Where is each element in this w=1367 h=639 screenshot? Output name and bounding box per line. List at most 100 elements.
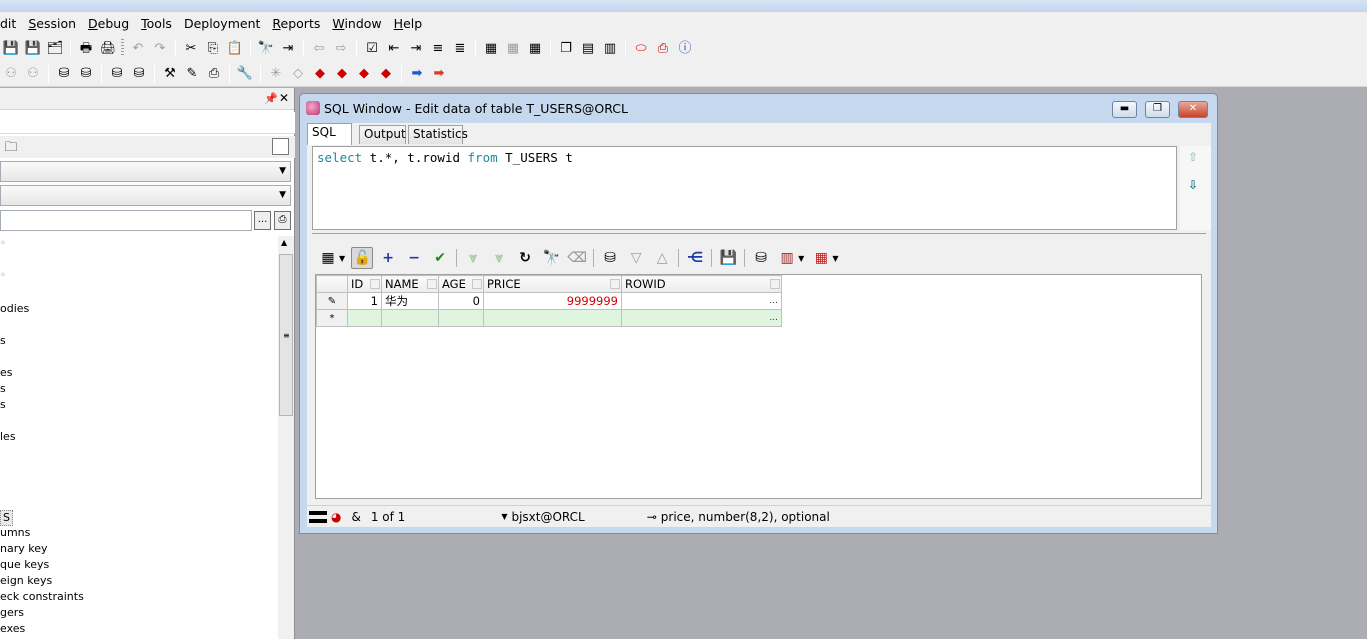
back-icon[interactable]: ⇦ xyxy=(309,38,329,58)
sql-window-icon[interactable]: ⛁ xyxy=(54,64,74,84)
tab-sql[interactable]: SQL xyxy=(307,123,352,145)
fetch-last-icon[interactable]: ⩔ xyxy=(488,247,510,269)
folder-icon[interactable]: 🗀 xyxy=(1,137,21,157)
chart-icon[interactable]: ▥ xyxy=(776,247,798,269)
chevron-down-icon[interactable]: ▼ xyxy=(339,254,345,263)
tree-item[interactable]: les xyxy=(0,430,16,444)
scroll-up-icon[interactable]: ▲ xyxy=(281,238,287,247)
cell-rowid[interactable]: ... xyxy=(621,292,782,310)
search-input[interactable] xyxy=(0,210,252,231)
copy-icon[interactable]: ⎘ xyxy=(203,38,223,58)
object-icon[interactable]: ▦ xyxy=(525,38,545,58)
arrow-down-icon[interactable]: ⇩ xyxy=(1188,178,1198,192)
new-cell-rowid[interactable]: ... xyxy=(621,309,782,327)
sql-editor[interactable]: select t.*, t.rowid from T_USERS t xyxy=(312,146,1177,230)
tree-item-columns[interactable]: umns xyxy=(0,526,30,540)
sort-desc-icon[interactable]: ▽ xyxy=(625,247,647,269)
cell-name[interactable]: 华为 xyxy=(381,292,439,310)
save-as-icon[interactable]: 💾 xyxy=(23,38,43,58)
logon-icon[interactable]: ⚇ xyxy=(1,64,21,84)
menu-window[interactable]: Window xyxy=(326,12,387,35)
post-changes-icon[interactable]: ✔ xyxy=(429,247,451,269)
debug-into-icon[interactable]: ◆ xyxy=(376,64,396,84)
undo-icon[interactable]: ↶ xyxy=(128,38,148,58)
new-cell-price[interactable] xyxy=(483,309,622,327)
cascade-icon[interactable]: ▥ xyxy=(600,38,620,58)
redo-icon[interactable]: ↷ xyxy=(150,38,170,58)
tree-item-foreign-keys[interactable]: eign keys xyxy=(0,574,52,588)
column-header-age[interactable]: AGE xyxy=(438,275,484,293)
query-by-example-icon[interactable]: ⛁ xyxy=(599,247,621,269)
single-record-view-icon[interactable]: ⋲ xyxy=(684,247,706,269)
window-list-icon[interactable]: ❐ xyxy=(556,38,576,58)
column-header-price[interactable]: PRICE xyxy=(483,275,622,293)
tree-scrollbar[interactable]: ▲ ≡ xyxy=(278,236,294,639)
tab-output[interactable]: Output xyxy=(359,125,406,144)
column-button[interactable] xyxy=(770,279,780,289)
pdf-icon[interactable]: ⎙ xyxy=(653,38,673,58)
column-button[interactable] xyxy=(370,279,380,289)
tree-item[interactable]: es xyxy=(0,366,13,380)
menu-reports[interactable]: Reports xyxy=(266,12,326,35)
arrow-up-icon[interactable]: ⇧ xyxy=(1188,150,1198,164)
info-icon[interactable]: ⓘ xyxy=(675,38,695,58)
browse-button[interactable]: ... xyxy=(254,211,271,230)
menu-help[interactable]: Help xyxy=(388,12,429,35)
clear-icon[interactable]: ⌫ xyxy=(566,247,588,269)
menu-tools[interactable]: Tools xyxy=(135,12,178,35)
cut-icon[interactable]: ✂ xyxy=(181,38,201,58)
delete-record-icon[interactable]: − xyxy=(403,247,425,269)
test-icon[interactable]: ✎ xyxy=(182,64,202,84)
tree-item-indexes[interactable]: exes xyxy=(0,622,25,636)
wrench-icon[interactable]: 🔧 xyxy=(235,64,255,84)
find-object-icon[interactable]: ⎙ xyxy=(274,211,291,230)
minimize-button[interactable]: ▬ xyxy=(1112,101,1137,118)
debug-step-icon[interactable]: ◆ xyxy=(332,64,352,84)
new-cell-id[interactable] xyxy=(347,309,382,327)
report-icon[interactable]: ⎙ xyxy=(204,64,224,84)
arrow-right-red-icon[interactable]: ➡ xyxy=(429,64,449,84)
menu-deployment[interactable]: Deployment xyxy=(178,12,266,35)
chevron-down-icon[interactable]: ▼ xyxy=(832,254,838,263)
indent-icon[interactable]: ⇤ xyxy=(384,38,404,58)
arrow-right-blue-icon[interactable]: ➡ xyxy=(407,64,427,84)
find-icon[interactable]: 🔭 xyxy=(256,38,276,58)
logoff-icon[interactable]: ⚇ xyxy=(23,64,43,84)
connection-label[interactable]: bjsxt@ORCL xyxy=(511,510,584,524)
compile-icon[interactable]: ⚒ xyxy=(160,64,180,84)
menu-session[interactable]: Session xyxy=(22,12,82,35)
close-button[interactable]: ✕ xyxy=(1178,101,1208,118)
tile-icon[interactable]: ▤ xyxy=(578,38,598,58)
forward-icon[interactable]: ⇨ xyxy=(331,38,351,58)
scroll-thumb[interactable]: ≡ xyxy=(279,254,293,416)
tree-item-check-constraints[interactable]: eck constraints xyxy=(0,590,84,604)
debug-run-icon[interactable]: ◆ xyxy=(310,64,330,84)
checkbox[interactable] xyxy=(272,138,289,155)
close-icon[interactable]: ✕ xyxy=(279,91,289,105)
cell-ellipsis-button[interactable]: ... xyxy=(769,313,778,323)
new-cell-name[interactable] xyxy=(381,309,439,327)
find-icon[interactable]: 🔭 xyxy=(540,247,562,269)
grid-view-icon[interactable]: ▦ xyxy=(317,247,339,269)
insert-record-icon[interactable]: + xyxy=(377,247,399,269)
tree-item[interactable]: s xyxy=(0,382,6,396)
tree-item-primary-key[interactable]: nary key xyxy=(0,542,48,556)
lock-icon[interactable]: 🔓 xyxy=(351,247,374,269)
column-button[interactable] xyxy=(610,279,620,289)
tree-item[interactable]: s xyxy=(0,334,6,348)
column-button[interactable] xyxy=(472,279,482,289)
tree-item[interactable]: s xyxy=(0,398,6,412)
print-icon[interactable]: 🖶 xyxy=(76,38,96,58)
column-header-id[interactable]: ID xyxy=(347,275,382,293)
explain-icon[interactable]: ▦ xyxy=(503,38,523,58)
unindent-icon[interactable]: ⇥ xyxy=(406,38,426,58)
menu-debug[interactable]: Debug xyxy=(82,12,135,35)
save-icon[interactable]: 💾 xyxy=(1,38,21,58)
paste-icon[interactable]: 📋 xyxy=(225,38,245,58)
print-setup-icon[interactable]: 🖨 xyxy=(98,38,118,58)
tree-item-unique-keys[interactable]: que keys xyxy=(0,558,49,572)
break-icon[interactable]: ✳ xyxy=(266,64,286,84)
save-all-icon[interactable]: 🗂 xyxy=(45,38,65,58)
cell-ellipsis-button[interactable]: ... xyxy=(769,296,778,306)
tree-item[interactable]: odies xyxy=(0,302,29,316)
